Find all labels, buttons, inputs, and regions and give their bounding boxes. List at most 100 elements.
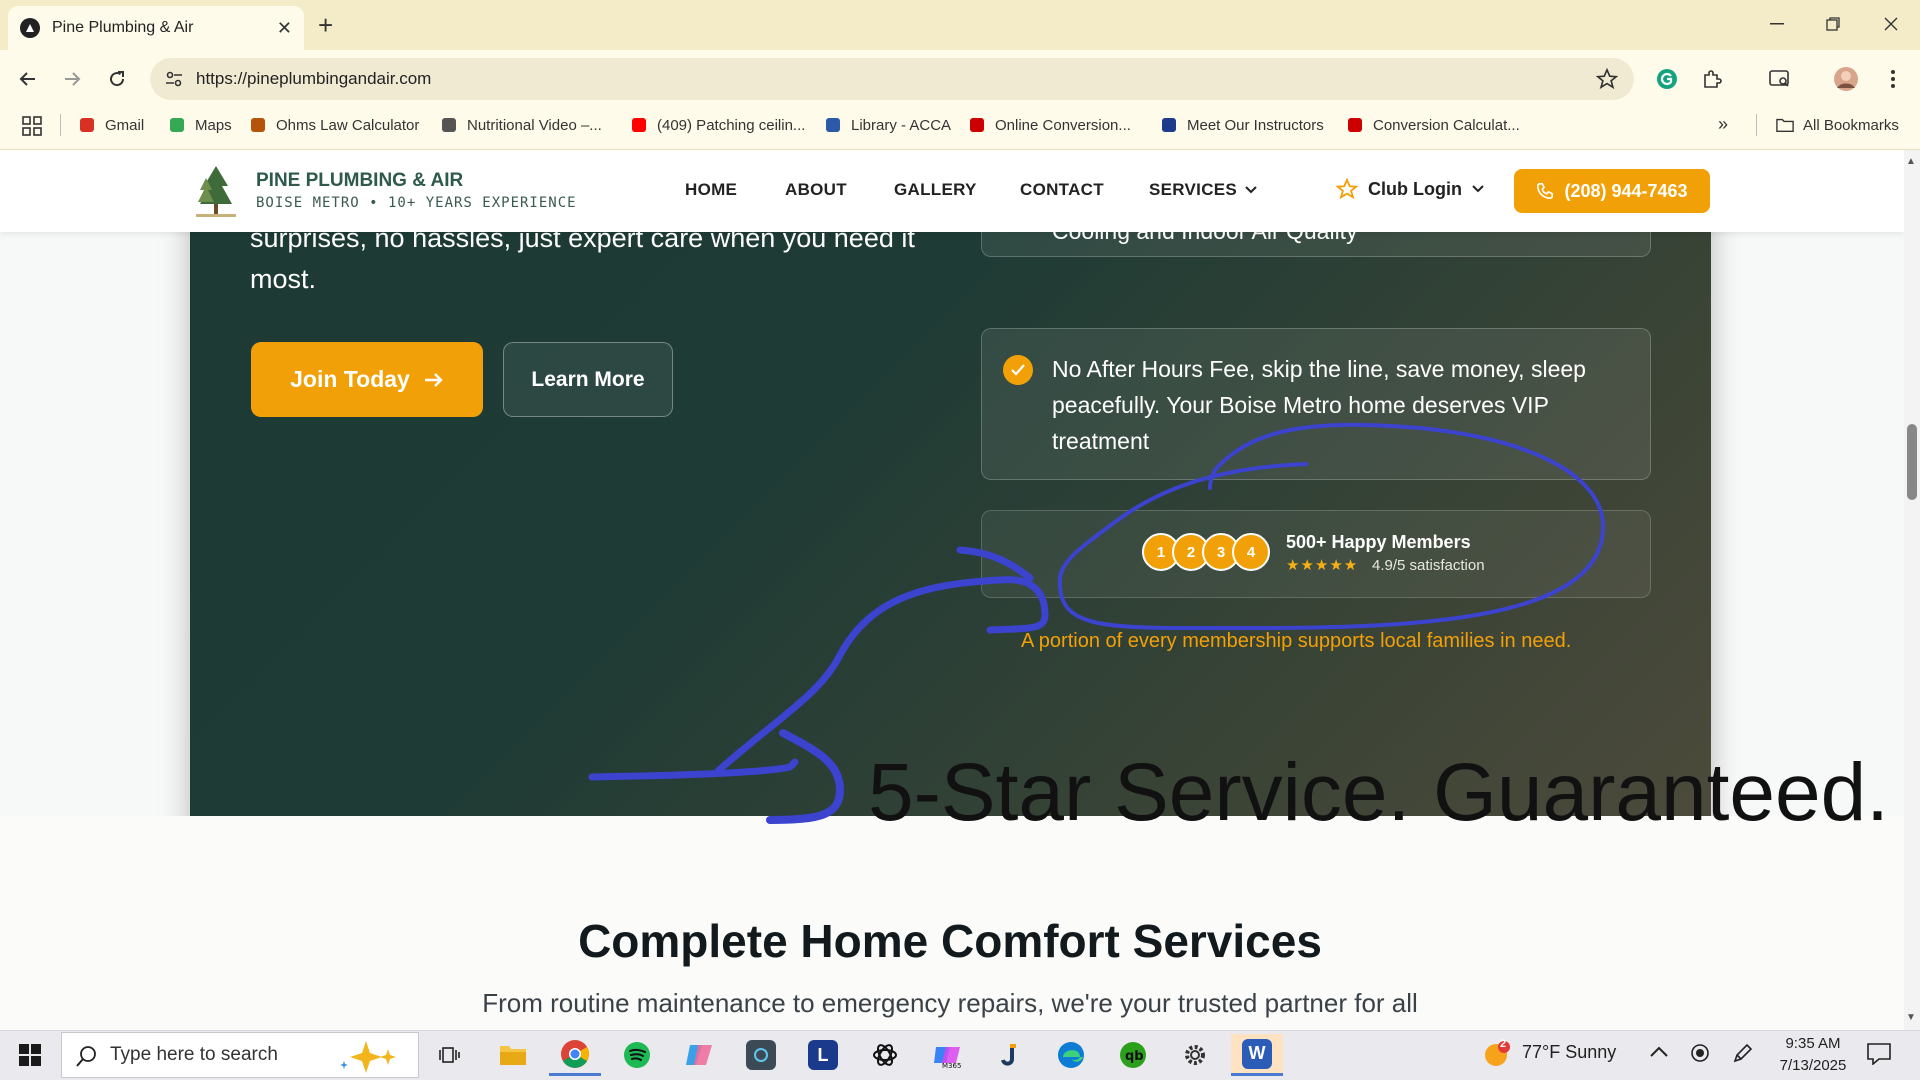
chevron-down-icon bbox=[1245, 186, 1257, 194]
annotation-text: 5-Star Service. Guaranteed. bbox=[868, 747, 1889, 838]
bookmark-item[interactable]: Online Conversion... bbox=[968, 112, 1131, 138]
scrollbar-thumb[interactable] bbox=[1907, 424, 1917, 500]
search-placeholder: Type here to search bbox=[110, 1044, 278, 1065]
bookmark-item[interactable]: Maps bbox=[168, 112, 232, 138]
weather-icon[interactable]: 2 bbox=[1483, 1038, 1511, 1068]
edge-icon[interactable] bbox=[1045, 1034, 1097, 1076]
reload-icon[interactable] bbox=[102, 64, 132, 94]
club-login-label: Club Login bbox=[1368, 178, 1462, 199]
tab-search-icon[interactable] bbox=[1765, 64, 1795, 94]
bookmark-label: Library - ACCA bbox=[851, 116, 952, 134]
star-icon bbox=[1336, 178, 1358, 200]
nutrition-icon bbox=[440, 116, 458, 134]
profile-avatar[interactable] bbox=[1831, 64, 1861, 94]
forward-icon[interactable] bbox=[57, 64, 87, 94]
pen-icon[interactable] bbox=[1732, 1042, 1754, 1064]
nav-home[interactable]: HOME bbox=[685, 180, 737, 200]
url-text: https://pineplumbingandair.com bbox=[196, 69, 432, 88]
system-clock[interactable]: 9:35 AM 7/13/2025 bbox=[1768, 1033, 1858, 1077]
taskbar-search-box[interactable]: Type here to search bbox=[61, 1032, 419, 1078]
weather-text[interactable]: 77°F Sunny bbox=[1522, 1042, 1616, 1063]
club-login-dropdown[interactable]: Club Login bbox=[1336, 178, 1484, 200]
pine-tree-logo-icon[interactable] bbox=[196, 164, 236, 218]
j-app-icon[interactable] bbox=[983, 1034, 1035, 1076]
settings-gear-icon[interactable] bbox=[1169, 1034, 1221, 1076]
nav-services[interactable]: SERVICES bbox=[1149, 180, 1257, 200]
bookmark-label: Meet Our Instructors bbox=[1187, 116, 1324, 134]
close-tab-icon[interactable]: ✕ bbox=[277, 18, 292, 39]
task-view-icon[interactable] bbox=[424, 1034, 476, 1076]
bookmark-star-icon[interactable] bbox=[1596, 68, 1618, 90]
bookmark-item[interactable]: Conversion Calculat... bbox=[1346, 112, 1520, 138]
address-bar[interactable]: https://pineplumbingandair.com bbox=[150, 58, 1634, 100]
bookmark-label: Conversion Calculat... bbox=[1373, 116, 1520, 134]
extensions-icon[interactable] bbox=[1697, 64, 1727, 94]
cortana-app-icon[interactable] bbox=[735, 1034, 787, 1076]
page-scrollbar[interactable] bbox=[1904, 150, 1920, 1030]
quickbooks-icon[interactable]: qb bbox=[1107, 1034, 1159, 1076]
call-phone-button[interactable]: (208) 944-7463 bbox=[1514, 169, 1710, 213]
nav-services-label: SERVICES bbox=[1149, 180, 1238, 199]
maps-icon bbox=[168, 116, 186, 134]
tab-title: Pine Plumbing & Air bbox=[52, 19, 194, 36]
bookmark-item[interactable]: Meet Our Instructors bbox=[1160, 112, 1324, 138]
l-app-icon[interactable]: L bbox=[797, 1034, 849, 1076]
web-page: surprises, no hassles, just expert care … bbox=[0, 150, 1904, 1030]
bookmark-item[interactable]: Nutritional Video –... bbox=[440, 112, 602, 138]
instructors-icon bbox=[1160, 116, 1178, 134]
brand-name[interactable]: PINE PLUMBING & AIR bbox=[256, 170, 463, 192]
nav-contact[interactable]: CONTACT bbox=[1020, 180, 1104, 200]
bookmark-item[interactable]: Gmail bbox=[78, 112, 144, 138]
more-bookmarks-icon[interactable]: » bbox=[1718, 114, 1728, 135]
scroll-up-arrow-icon[interactable]: ▲ bbox=[1906, 156, 1916, 167]
bookmark-item[interactable]: Library - ACCA bbox=[824, 112, 951, 138]
ink-annotation bbox=[588, 422, 1606, 824]
ohms-icon bbox=[249, 116, 267, 134]
clock-date: 7/13/2025 bbox=[1779, 1057, 1847, 1074]
grammarly-icon[interactable] bbox=[1652, 64, 1682, 94]
acca-icon bbox=[824, 116, 842, 134]
spotify-icon[interactable] bbox=[611, 1034, 663, 1076]
all-bookmarks-button[interactable]: All Bookmarks bbox=[1776, 112, 1899, 138]
chatgpt-icon[interactable] bbox=[859, 1034, 911, 1076]
nav-about[interactable]: ABOUT bbox=[785, 180, 847, 200]
apps-grid-icon[interactable] bbox=[22, 116, 42, 136]
copilot-sparkle-icon[interactable] bbox=[336, 1039, 408, 1073]
browser-menu-icon[interactable] bbox=[1878, 64, 1908, 94]
chevron-down-icon bbox=[1472, 185, 1484, 193]
search-icon bbox=[76, 1045, 98, 1067]
bookmark-label: Online Conversion... bbox=[995, 116, 1131, 134]
word-icon[interactable]: W bbox=[1231, 1034, 1283, 1076]
back-icon[interactable] bbox=[13, 64, 43, 94]
notifications-icon[interactable] bbox=[1867, 1043, 1891, 1065]
record-icon[interactable] bbox=[1690, 1043, 1710, 1063]
bookmarks-divider bbox=[60, 114, 61, 136]
chrome-taskbar-icon[interactable] bbox=[549, 1034, 601, 1076]
brand-tagline: BOISE METRO • 10+ YEARS EXPERIENCE bbox=[256, 195, 577, 211]
restore-icon[interactable] bbox=[1808, 8, 1858, 40]
minimize-icon[interactable] bbox=[1752, 8, 1802, 40]
conversion-icon bbox=[968, 116, 986, 134]
weather-badge: 2 bbox=[1500, 1038, 1507, 1050]
new-tab-button[interactable]: + bbox=[318, 10, 333, 40]
browser-tab[interactable]: Pine Plumbing & Air ✕ bbox=[8, 6, 304, 50]
windows-start-icon[interactable] bbox=[4, 1034, 56, 1076]
file-explorer-icon[interactable] bbox=[487, 1034, 539, 1076]
clock-time: 9:35 AM bbox=[1785, 1035, 1841, 1052]
show-hidden-icons-chevron-icon[interactable] bbox=[1650, 1046, 1668, 1058]
all-bookmarks-label: All Bookmarks bbox=[1803, 116, 1899, 134]
scroll-down-arrow-icon[interactable]: ▼ bbox=[1906, 1012, 1916, 1023]
svg-text:qb: qb bbox=[1125, 1049, 1144, 1064]
folder-icon bbox=[1776, 116, 1794, 134]
bookmark-label: Gmail bbox=[105, 116, 145, 134]
bookmark-label: Maps bbox=[195, 116, 232, 134]
site-favicon-icon bbox=[20, 18, 40, 38]
window-close-icon[interactable] bbox=[1866, 8, 1916, 40]
phone-number: (208) 944-7463 bbox=[1564, 180, 1688, 201]
bookmark-item[interactable]: Ohms Law Calculator bbox=[249, 112, 419, 138]
copilot-app-icon[interactable] bbox=[673, 1034, 725, 1076]
nav-gallery[interactable]: GALLERY bbox=[894, 180, 977, 200]
bookmark-item[interactable]: (409) Patching ceilin... bbox=[630, 112, 805, 138]
site-info-icon[interactable] bbox=[164, 69, 184, 89]
m365-icon[interactable]: M365 bbox=[921, 1034, 973, 1076]
